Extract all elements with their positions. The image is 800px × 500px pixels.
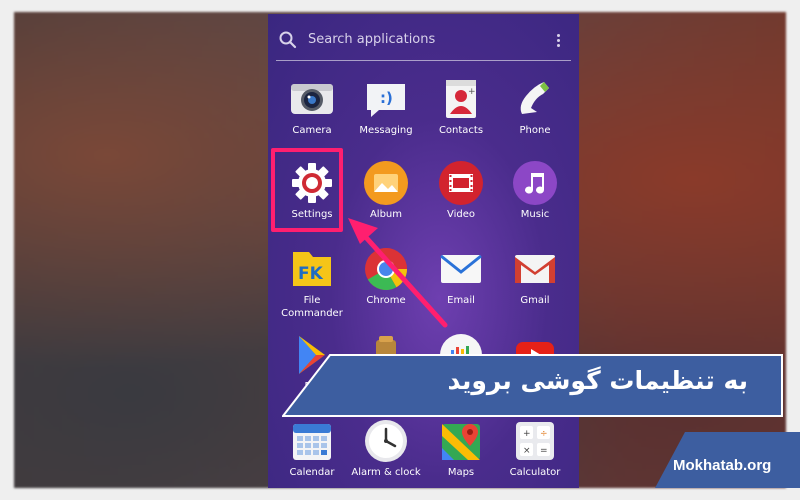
pointer-arrow <box>348 218 448 328</box>
brand-text: Mokhatab.org <box>673 457 772 474</box>
brand-badge: Mokhatab.org <box>655 432 800 488</box>
banner-text: به تنظیمات گوشی بروید <box>447 366 748 395</box>
instruction-banner: به تنظیمات گوشی بروید <box>282 354 784 417</box>
